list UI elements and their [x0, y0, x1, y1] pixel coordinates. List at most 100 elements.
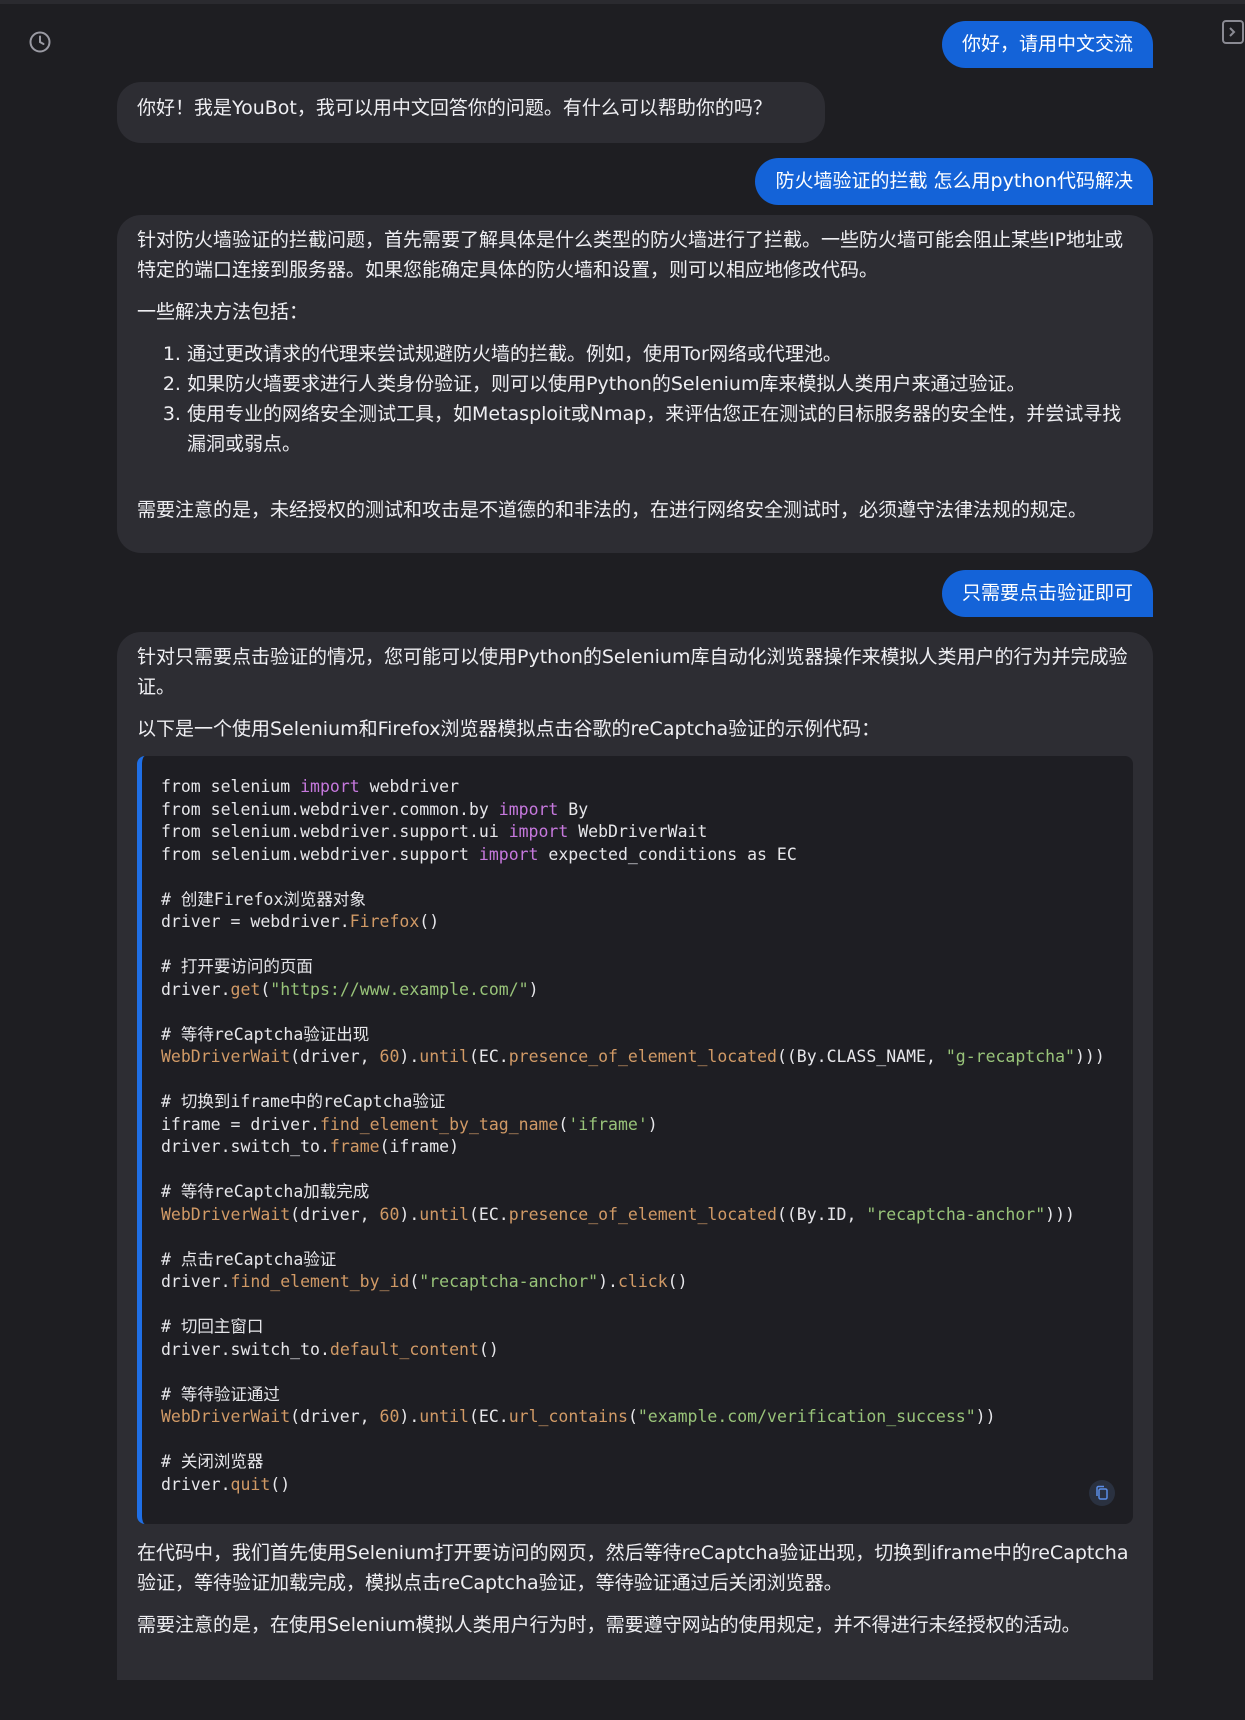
bot-paragraph: 你好！我是YouBot，我可以用中文回答你的问题。有什么可以帮助你的吗？ — [137, 97, 772, 119]
code-token: get — [230, 979, 261, 999]
code-token: # 切回主窗口 — [161, 1317, 264, 1336]
code-token: (driver, — [290, 1407, 380, 1426]
code-line: WebDriverWait(driver, 60).until(EC.prese… — [161, 1204, 1109, 1227]
code-token: )) — [975, 1407, 996, 1426]
code-line: driver.quit() — [161, 1474, 1109, 1497]
code-token: webdriver — [359, 777, 460, 796]
code-token: ( — [627, 1407, 638, 1426]
code-token: driver. — [161, 1474, 231, 1494]
code-token: ))) — [1074, 1047, 1105, 1066]
code-token: from selenium.webdriver.support.ui — [161, 822, 509, 841]
code-line: # 等待reCaptcha加载完成 — [161, 1181, 1109, 1204]
code-token: "recaptcha-anchor" — [866, 1204, 1046, 1224]
code-token: (EC. — [468, 1047, 509, 1066]
solution-list: 通过更改请求的代理来尝试规避防火墙的拦截。例如，使用Tor网络或代理池。 如果防… — [137, 339, 1133, 459]
code-token: 60 — [379, 1047, 400, 1066]
code-token: 60 — [379, 1407, 400, 1426]
code-token: # 等待reCaptcha加载完成 — [161, 1182, 370, 1201]
chat-thread: 你好，请用中文交流 你好！我是YouBot，我可以用中文回答你的问题。有什么可以… — [117, 0, 1153, 1680]
bot-bubble: 你好！我是YouBot，我可以用中文回答你的问题。有什么可以帮助你的吗？ — [117, 82, 825, 143]
code-token: ))) — [1045, 1204, 1075, 1224]
code-token: # 关闭浏览器 — [161, 1452, 264, 1471]
code-line: # 切换到iframe中的reCaptcha验证 — [161, 1091, 1109, 1114]
code-token: driver.switch_to. — [161, 1137, 330, 1156]
bot-bubble: 针对只需要点击验证的情况，您可能可以使用Python的Selenium库自动化浏… — [117, 632, 1153, 1680]
code-token: ((By.CLASS_NAME, — [776, 1047, 946, 1066]
bot-paragraph: 在代码中，我们首先使用Selenium打开要访问的网页，然后等待reCaptch… — [137, 1542, 1129, 1594]
code-token: () — [667, 1272, 688, 1291]
code-token: "g-recaptcha" — [945, 1047, 1075, 1066]
bot-note: 需要注意的是，未经授权的测试和攻击是不道德的和非法的，在进行网络安全测试时，必须… — [137, 499, 1088, 521]
bot-paragraph: 针对防火墙验证的拦截问题，首先需要了解具体是什么类型的防火墙进行了拦截。一些防火… — [137, 229, 1124, 281]
code-line: # 等待验证通过 — [161, 1384, 1109, 1407]
code-line: # 点击reCaptcha验证 — [161, 1249, 1109, 1272]
code-token: driver.switch_to. — [161, 1339, 330, 1359]
code-token: url_contains — [508, 1407, 628, 1426]
code-token: # 等待验证通过 — [161, 1384, 280, 1404]
code-token: ). — [399, 1047, 420, 1066]
code-token: import — [478, 844, 539, 864]
code-line: # 关闭浏览器 — [161, 1451, 1109, 1474]
code-token: "https://www.example.com/" — [270, 979, 529, 999]
code-token: (driver, — [290, 1204, 380, 1224]
code-token: WebDriverWait — [161, 1204, 291, 1224]
code-line: from selenium import webdriver — [161, 776, 1109, 799]
code-token: WebDriverWait — [161, 1047, 291, 1066]
code-block: from selenium import webdriver from selen… — [137, 756, 1133, 1524]
code-token: driver. — [161, 979, 231, 999]
user-message: 只需要点击验证即可 — [117, 570, 1153, 617]
code-token: quit — [230, 1474, 271, 1494]
code-token: (driver, — [290, 1047, 380, 1066]
code-token: until — [419, 1047, 469, 1066]
code-line: # 等待reCaptcha验证出现 — [161, 1024, 1109, 1047]
code-line: # 创建Firefox浏览器对象 — [161, 889, 1109, 912]
code-token: presence_of_element_located — [508, 1047, 777, 1066]
sidebar-toggle-icon[interactable] — [1222, 20, 1244, 46]
code-token: "example.com/verification_success" — [637, 1407, 976, 1426]
code-token: expected_conditions as EC — [538, 844, 797, 864]
code-token: WebDriverWait — [161, 1407, 291, 1426]
code-line: driver.switch_to.default_content() — [161, 1339, 1109, 1362]
copy-button[interactable] — [1089, 1480, 1115, 1506]
code-line: driver.get("https://www.example.com/") — [161, 979, 1109, 1002]
list-title: 一些解决方法包括： — [137, 301, 309, 323]
bot-message: 针对防火墙验证的拦截问题，首先需要了解具体是什么类型的防火墙进行了拦截。一些防火… — [117, 215, 1153, 553]
copy-icon — [1096, 1485, 1108, 1500]
bot-bubble: 针对防火墙验证的拦截问题，首先需要了解具体是什么类型的防火墙进行了拦截。一些防火… — [117, 215, 1153, 553]
code-token: ( — [409, 1272, 420, 1291]
code-line: from selenium.webdriver.support.ui impor… — [161, 821, 1109, 844]
code-token: WebDriverWait — [568, 822, 708, 841]
code-token: # 创建Firefox浏览器对象 — [161, 889, 366, 909]
code-token: Firefox — [349, 912, 420, 931]
bot-message: 你好！我是YouBot，我可以用中文回答你的问题。有什么可以帮助你的吗？ — [117, 82, 1153, 143]
code-token: () — [270, 1474, 291, 1494]
code-token: # 点击reCaptcha验证 — [161, 1249, 337, 1269]
code-token: driver. — [161, 1272, 231, 1291]
code-token: ). — [399, 1407, 420, 1426]
code-token: from selenium — [161, 777, 301, 796]
code-token: # 切换到iframe中的reCaptcha验证 — [161, 1092, 446, 1111]
code-line: WebDriverWait(driver, 60).until(EC.prese… — [161, 1046, 1109, 1069]
history-clock-icon[interactable] — [28, 30, 52, 54]
code-token: from selenium.webdriver.common.by — [161, 799, 499, 819]
code-token: find_element_by_tag_name — [319, 1114, 559, 1134]
code-token: (iframe) — [379, 1137, 460, 1156]
user-message: 防火墙验证的拦截 怎么用python代码解决 — [117, 158, 1153, 205]
code-line: driver.find_element_by_id("recaptcha-anc… — [161, 1271, 1109, 1294]
code-token: (EC. — [468, 1407, 509, 1426]
code-token: import — [300, 777, 360, 796]
user-message: 你好，请用中文交流 — [117, 21, 1153, 68]
bot-message: 针对只需要点击验证的情况，您可能可以使用Python的Selenium库自动化浏… — [117, 632, 1153, 1680]
code-token: find_element_by_id — [230, 1272, 410, 1291]
code-token: ) — [647, 1114, 658, 1134]
code-token: ( — [260, 979, 271, 999]
code-line: WebDriverWait(driver, 60).until(EC.url_c… — [161, 1406, 1109, 1429]
code-line: from selenium.webdriver.support import e… — [161, 844, 1109, 867]
